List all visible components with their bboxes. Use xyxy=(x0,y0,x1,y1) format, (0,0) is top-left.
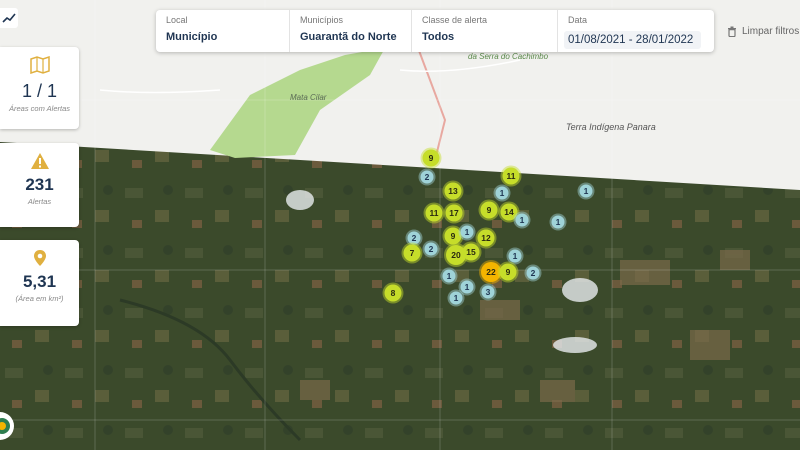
trend-icon xyxy=(2,13,16,23)
alert-cluster-marker[interactable]: 2 xyxy=(524,264,542,282)
clear-filters-button[interactable]: Limpar filtros xyxy=(727,26,799,37)
alert-cluster-count: 11 xyxy=(507,171,516,181)
alert-cluster-marker[interactable]: 3 xyxy=(479,283,497,301)
alert-cluster-count: 20 xyxy=(451,250,461,260)
alert-cluster-marker[interactable]: 11 xyxy=(423,202,445,224)
alert-cluster-count: 2 xyxy=(412,233,417,243)
alert-cluster-marker[interactable]: 8 xyxy=(382,282,404,304)
alert-cluster-marker[interactable]: 11 xyxy=(500,165,522,187)
alert-cluster-count: 1 xyxy=(556,217,561,227)
alert-cluster-marker[interactable]: 9 xyxy=(420,147,442,169)
alert-cluster-count: 15 xyxy=(466,247,476,257)
logo-icon xyxy=(0,418,10,434)
alert-cluster-marker[interactable]: 1 xyxy=(493,184,511,202)
stat-area-caption: (Área em km²) xyxy=(15,294,64,303)
map-view[interactable]: 9 2 11 13 1 1 11 17 9 14 1 1 9 1 12 2 2 7 20 15 1 22 9 2 1 1 3 1 8 d… xyxy=(0,0,800,450)
filter-classe-value[interactable]: Todos xyxy=(422,31,557,43)
alert-cluster-marker[interactable]: 9 xyxy=(497,261,519,283)
filter-data-label: Data xyxy=(568,15,588,25)
filter-bar: Local Município Municípios Guarantã do N… xyxy=(156,10,714,52)
filter-local[interactable]: Local Município xyxy=(156,10,290,52)
alert-cluster-count: 17 xyxy=(449,208,459,218)
alert-cluster-count: 11 xyxy=(430,208,439,218)
filter-data[interactable]: Data 01/08/2021 - 28/01/2022 xyxy=(558,10,714,52)
alert-cluster-marker[interactable]: 1 xyxy=(513,211,531,229)
stat-areas-value: 1 / 1 xyxy=(21,81,58,101)
alert-cluster-count: 3 xyxy=(486,287,491,297)
stat-card-areas: 1 / 1 Áreas com Alertas xyxy=(0,47,79,129)
alert-cluster-count: 2 xyxy=(425,172,430,182)
alert-cluster-count: 1 xyxy=(500,188,505,198)
alert-cluster-marker[interactable]: 2 xyxy=(418,168,436,186)
alert-cluster-count: 1 xyxy=(465,227,470,237)
map-canvas[interactable]: 92 1113 1 111 17 9 141 19 112227 20 15 122 9 211 318 xyxy=(0,0,800,450)
alert-cluster-count: 22 xyxy=(486,267,496,277)
alert-cluster-marker[interactable]: 17 xyxy=(443,202,465,224)
stat-alertas-value: 231 xyxy=(25,175,54,194)
alert-cluster-count: 9 xyxy=(451,231,456,241)
alert-cluster-count: 1 xyxy=(454,293,459,303)
trend-toggle-button[interactable] xyxy=(0,8,18,28)
map-label-terra: Terra Indígena Panara xyxy=(566,122,656,132)
alert-cluster-count: 2 xyxy=(531,268,536,278)
date-range-input[interactable]: 01/08/2021 - 28/01/2022 xyxy=(564,31,702,49)
alert-cluster-count: 1 xyxy=(465,282,470,292)
stat-alertas-caption: Alertas xyxy=(27,197,52,206)
alert-cluster-count: 2 xyxy=(429,244,434,254)
alert-cluster-count: 12 xyxy=(481,233,491,243)
alert-cluster-marker[interactable]: 13 xyxy=(442,180,464,202)
map-label-mata: Mata Cilar xyxy=(290,93,327,102)
filter-municipios[interactable]: Municípios Guarantã do Norte xyxy=(290,10,412,52)
brand-logo xyxy=(0,412,14,440)
alert-cluster-marker[interactable]: 15 xyxy=(460,241,482,263)
alert-cluster-marker[interactable]: 2 xyxy=(422,240,440,258)
filter-classe-label: Classe de alerta xyxy=(422,15,488,25)
stat-card-area: 5,31 (Área em km²) xyxy=(0,240,79,326)
alert-cluster-marker[interactable]: 1 xyxy=(440,267,458,285)
alert-cluster-count: 1 xyxy=(584,186,589,196)
warning-icon xyxy=(30,153,49,169)
stat-area-value: 5,31 xyxy=(22,272,57,291)
alert-cluster-marker[interactable]: 1 xyxy=(447,289,465,307)
location-pin-icon xyxy=(33,250,46,266)
alert-cluster-count: 1 xyxy=(447,271,452,281)
alert-cluster-marker[interactable]: 7 xyxy=(401,242,423,264)
filter-municipios-label: Municípios xyxy=(300,15,344,25)
map-label-serra: da Serra do Cachimbo xyxy=(468,52,549,61)
alert-cluster-marker[interactable]: 1 xyxy=(458,223,476,241)
alert-cluster-count: 9 xyxy=(506,267,511,277)
alert-cluster-marker[interactable]: 1 xyxy=(549,213,567,231)
alert-cluster-count: 8 xyxy=(391,288,396,298)
alert-cluster-marker[interactable]: 1 xyxy=(577,182,595,200)
alert-cluster-count: 9 xyxy=(487,205,492,215)
filter-local-value[interactable]: Município xyxy=(166,31,289,43)
stat-card-alertas: 231 Alertas xyxy=(0,143,79,227)
alert-cluster-count: 1 xyxy=(513,251,518,261)
trash-icon xyxy=(728,26,736,37)
filter-classe[interactable]: Classe de alerta Todos xyxy=(412,10,558,52)
alert-cluster-count: 7 xyxy=(410,248,415,258)
alert-cluster-count: 1 xyxy=(520,215,525,225)
filter-local-label: Local xyxy=(166,15,188,25)
filter-municipios-value[interactable]: Guarantã do Norte xyxy=(300,31,411,43)
alert-cluster-count: 14 xyxy=(504,207,514,217)
alert-cluster-marker[interactable]: 9 xyxy=(478,199,500,221)
alert-cluster-count: 9 xyxy=(429,153,434,163)
map-icon xyxy=(29,55,50,75)
alert-cluster-count: 13 xyxy=(448,186,458,196)
stat-areas-caption: Áreas com Alertas xyxy=(9,104,70,113)
clear-filters-label: Limpar filtros xyxy=(742,26,800,37)
